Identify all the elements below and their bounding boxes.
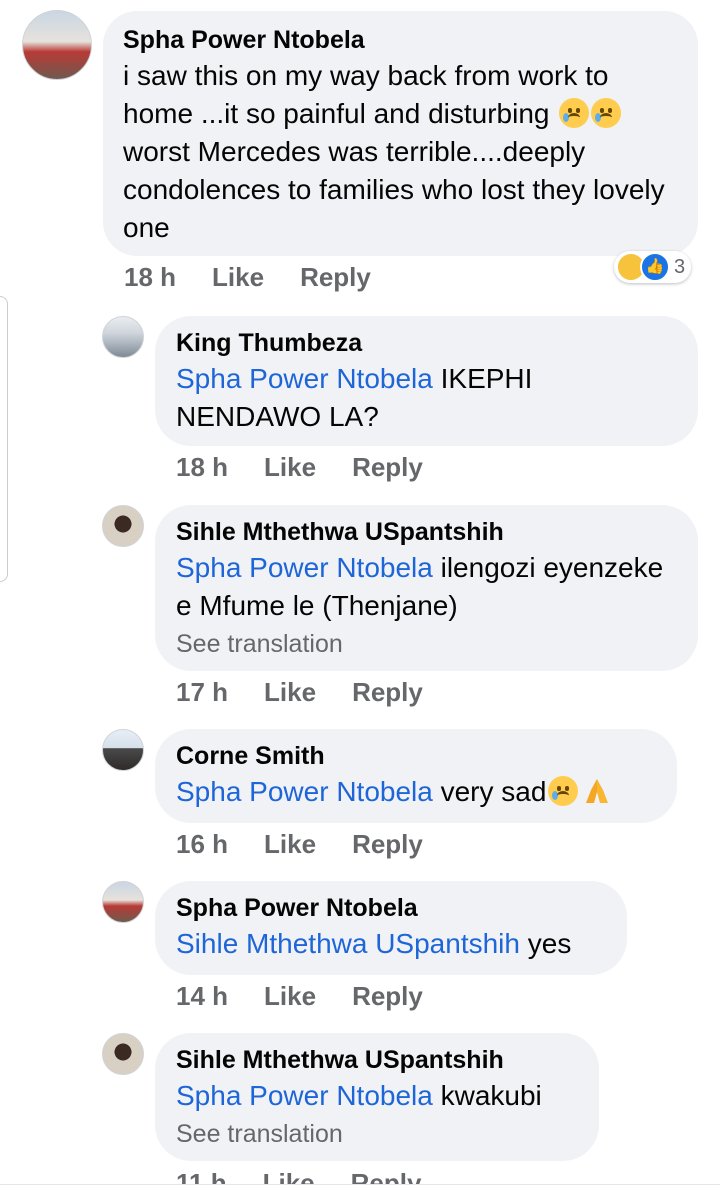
like-reaction-icon: 👍: [640, 252, 670, 282]
avatar[interactable]: [22, 10, 92, 80]
avatar[interactable]: [102, 1033, 144, 1075]
like-button[interactable]: Like: [264, 677, 316, 707]
like-button[interactable]: Like: [263, 1168, 315, 1185]
comment-text: Spha Power Ntobela IKEPHI NENDAWO LA?: [176, 360, 678, 436]
comment-author[interactable]: Corne Smith: [176, 739, 657, 773]
comment-bubble: Corne Smith Spha Power Ntobela very sad: [155, 729, 677, 823]
loudly-crying-face-icon: [559, 98, 590, 128]
comment-text-part: kwakubi: [440, 1080, 542, 1111]
comment-author[interactable]: King Thumbeza: [176, 326, 678, 360]
comment-bubble: Sihle Mthethwa USpantshih Spha Power Nto…: [155, 1033, 599, 1161]
reply-button[interactable]: Reply: [352, 452, 423, 482]
comment-actions-clipped: 11 h Like Reply: [176, 1168, 476, 1185]
avatar[interactable]: [102, 505, 144, 547]
comment-actions: 14 h Like Reply: [176, 981, 423, 1011]
comment-time[interactable]: 18 h: [176, 452, 228, 482]
folded-hands-icon: [586, 779, 609, 803]
see-translation-link[interactable]: See translation: [176, 627, 678, 661]
mention-link[interactable]: Spha Power Ntobela: [176, 1080, 433, 1111]
avatar[interactable]: [102, 729, 144, 771]
comment-text-part: yes: [527, 928, 572, 959]
thread-line: [0, 296, 8, 582]
comment-text: Spha Power Ntobela kwakubi: [176, 1077, 579, 1115]
reply-button[interactable]: Reply: [352, 981, 423, 1011]
comment-author[interactable]: Sihle Mthethwa USpantshih: [176, 1043, 579, 1077]
reply-button[interactable]: Reply: [352, 677, 423, 707]
reply-button[interactable]: Reply: [300, 262, 371, 292]
comment-text: i saw this on my way back from work to h…: [123, 57, 676, 247]
avatar[interactable]: [102, 316, 144, 358]
like-button[interactable]: Like: [212, 262, 264, 292]
comment-bubble: Sihle Mthethwa USpantshih Spha Power Nto…: [155, 505, 698, 671]
mention-link[interactable]: Spha Power Ntobela: [176, 776, 433, 807]
like-button[interactable]: Like: [264, 829, 316, 859]
comment-bubble: Spha Power Ntobela i saw this on my way …: [103, 11, 698, 256]
see-translation-link[interactable]: See translation: [176, 1117, 579, 1151]
comment-actions: 11 h Like Reply: [176, 1168, 476, 1185]
comment-text-part: i saw this on my way back from work to h…: [123, 60, 609, 129]
sad-face-icon: [548, 776, 579, 806]
comment-actions: 17 h Like Reply: [176, 677, 423, 707]
reply-button[interactable]: Reply: [351, 1168, 422, 1185]
comment-time[interactable]: 17 h: [176, 677, 228, 707]
comment-author[interactable]: Spha Power Ntobela: [176, 891, 607, 925]
comment-time[interactable]: 11 h: [176, 1168, 227, 1185]
reaction-count: 3: [674, 255, 686, 278]
avatar[interactable]: [102, 881, 144, 923]
comment-text: Spha Power Ntobela very sad: [176, 773, 657, 811]
comment-actions: 18 h Like Reply: [124, 262, 371, 292]
comment-author[interactable]: Spha Power Ntobela: [123, 23, 676, 57]
comment-text-part: very sad: [440, 776, 547, 807]
comment-actions: 16 h Like Reply: [176, 829, 423, 859]
comment-author[interactable]: Sihle Mthethwa USpantshih: [176, 515, 678, 549]
reply-button[interactable]: Reply: [352, 829, 423, 859]
comment-bubble: Spha Power Ntobela Sihle Mthethwa USpant…: [155, 881, 627, 975]
comment-time[interactable]: 16 h: [176, 829, 228, 859]
comment-time[interactable]: 18 h: [124, 262, 176, 292]
comment-text: Spha Power Ntobela ilengozi eyenzeke e M…: [176, 549, 678, 625]
loudly-crying-face-icon: [591, 98, 622, 128]
like-button[interactable]: Like: [264, 981, 316, 1011]
comment-time[interactable]: 14 h: [176, 981, 228, 1011]
reaction-summary[interactable]: 👍 3: [614, 251, 692, 283]
comment-text-part: worst Mercedes was terrible....deeply co…: [123, 136, 665, 243]
mention-link[interactable]: Sihle Mthethwa USpantshih: [176, 928, 520, 959]
comment-bubble: King Thumbeza Spha Power Ntobela IKEPHI …: [155, 316, 698, 446]
mention-link[interactable]: Spha Power Ntobela: [176, 552, 433, 583]
like-button[interactable]: Like: [264, 452, 316, 482]
mention-link[interactable]: Spha Power Ntobela: [176, 363, 433, 394]
comment-text: Sihle Mthethwa USpantshih yes: [176, 925, 607, 963]
comment-actions: 18 h Like Reply: [176, 452, 423, 482]
